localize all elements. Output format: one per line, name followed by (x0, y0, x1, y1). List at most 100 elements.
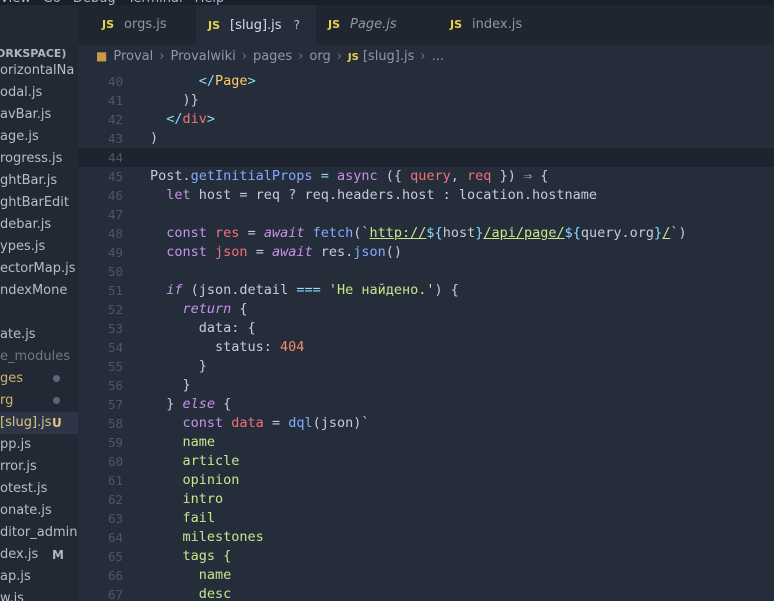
explorer-file-item[interactable]: rg (0, 390, 78, 412)
code-line[interactable]: 67 desc (78, 585, 774, 601)
explorer-file-item[interactable]: ndexMone (0, 280, 78, 302)
code-line[interactable]: 57 } else { (78, 395, 774, 414)
line-number: 40 (107, 74, 123, 89)
file-item-label: pp.js (0, 437, 32, 452)
code-line[interactable]: 49 const json = await res.json() (78, 243, 774, 262)
file-item-label: dex.js (0, 547, 39, 562)
breadcrumb-item[interactable]: org (309, 49, 330, 64)
breadcrumb-item[interactable]: pages (253, 49, 292, 64)
explorer-file-item[interactable]: ghtBar.js (0, 170, 78, 192)
code-token: </ (166, 111, 183, 127)
breadcrumb-tail[interactable]: ... (432, 49, 444, 64)
code-token: const (166, 244, 207, 260)
explorer-file-item[interactable]: debar.js (0, 214, 78, 236)
js-file-icon: JS (208, 19, 221, 32)
code-line[interactable]: 52 return { (78, 300, 774, 319)
file-item-label: age.js (0, 129, 39, 144)
code-token: async (336, 168, 378, 184)
explorer-file-item[interactable]: orizontalNa (0, 60, 78, 82)
code-line[interactable]: 41 )} (78, 91, 774, 110)
code-editor[interactable]: 40 </Page> 41 )} 42 </div> 43) 44 45 Post.getI… (78, 67, 774, 601)
code-token: let (166, 187, 191, 203)
explorer-file-item[interactable]: onate.js (0, 500, 78, 522)
code-line[interactable]: 44 (78, 148, 774, 167)
code-token: === (296, 282, 321, 298)
js-file-icon: JS (450, 18, 463, 31)
code-line[interactable]: 47 (78, 205, 774, 224)
explorer-file-item[interactable]: ate.js (0, 324, 78, 346)
workspace-header[interactable]: ORKSPACE) (0, 47, 66, 60)
code-line[interactable]: 53 data: { (78, 319, 774, 338)
code-token: (json.detail (182, 282, 297, 298)
file-item-label: ges (0, 371, 24, 386)
tab-slugjs[interactable]: JS [slug].js? (196, 5, 316, 45)
tab-orgsjs[interactable]: JS orgs.js (90, 5, 196, 45)
explorer-file-item[interactable]: rror.js (0, 456, 78, 478)
explorer-file-item[interactable]: odal.js (0, 82, 78, 104)
breadcrumb-item[interactable]: Proval (113, 49, 153, 64)
code-line[interactable]: 48 const res = await fetch(`http://${hos… (78, 224, 774, 243)
code-line[interactable]: 42 </div> (78, 110, 774, 129)
code-line[interactable]: 65 tags { (78, 547, 774, 566)
breadcrumb-item[interactable]: Provalwiki (170, 49, 235, 64)
explorer-file-item[interactable]: ap.js (0, 566, 78, 588)
tab-label: index.js (472, 17, 523, 32)
code-token: ${ (564, 225, 581, 241)
tab-close-icon[interactable]: ? (294, 18, 300, 32)
code-line[interactable]: 61 opinion (78, 471, 774, 490)
code-line[interactable]: 60 article (78, 452, 774, 471)
code-line[interactable]: 56 } (78, 376, 774, 395)
explorer-file-item[interactable]: e_modules (0, 346, 78, 368)
code-line[interactable]: 46 let host = req ? req.headers.host : l… (78, 186, 774, 205)
chevron-right-icon: › (298, 49, 304, 64)
code-line[interactable]: 55 } (78, 357, 774, 376)
explorer-file-item[interactable]: [slug].js U (0, 412, 78, 434)
explorer-file-item[interactable] (0, 302, 78, 324)
explorer-file-item[interactable]: age.js (0, 126, 78, 148)
explorer-file-item[interactable]: dex.js M (0, 544, 78, 566)
code-token: { (532, 168, 549, 184)
file-item-label: ate.js (0, 327, 36, 342)
explorer-file-item[interactable]: w.js (0, 588, 78, 601)
explorer-file-item[interactable]: ectorMap.js (0, 258, 78, 280)
tab-pagejs[interactable]: JS Page.js (316, 5, 438, 45)
code-line[interactable]: 59 name (78, 433, 774, 452)
code-text: tags { (150, 547, 232, 566)
breadcrumb-file[interactable]: [slug].js (363, 49, 415, 64)
code-token: = (247, 244, 272, 260)
file-item-label: e_modules (0, 349, 70, 364)
explorer-file-item[interactable]: otest.js (0, 478, 78, 500)
explorer-file-item[interactable]: rogress.js (0, 148, 78, 170)
code-line[interactable]: 40 </Page> (78, 72, 774, 91)
code-line[interactable]: 54 status: 404 (78, 338, 774, 357)
code-line[interactable]: 63 fail (78, 509, 774, 528)
file-item-label: ypes.js (0, 239, 46, 254)
code-line[interactable]: 64 milestones (78, 528, 774, 547)
code-line[interactable]: 51 if (json.detail === 'Не найдено.') { (78, 281, 774, 300)
code-token: { (215, 396, 232, 412)
code-text: desc (150, 585, 232, 601)
code-line[interactable]: 66 name (78, 566, 774, 585)
explorer-file-item[interactable]: ypes.js (0, 236, 78, 258)
code-line[interactable]: 62 intro (78, 490, 774, 509)
line-number: 51 (107, 283, 123, 298)
explorer-file-item[interactable]: avBar.js (0, 104, 78, 126)
line-number: 42 (107, 112, 123, 127)
code-line[interactable]: 43) (78, 129, 774, 148)
explorer-file-item[interactable]: pp.js (0, 434, 78, 456)
code-line[interactable]: 58 const data = dql(json)` (78, 414, 774, 433)
chevron-right-icon: › (420, 49, 426, 64)
tab-indexjs[interactable]: JS index.js (438, 5, 558, 45)
code-line[interactable]: 45 Post.getInitialProps = async ({ query,… (78, 167, 774, 186)
explorer-file-item[interactable]: ghtBarEdit (0, 192, 78, 214)
explorer-file-item[interactable]: ges (0, 368, 78, 390)
git-modified-dot-icon (53, 375, 60, 382)
code-token: > (247, 73, 256, 89)
git-status-badge: U (52, 416, 62, 430)
code-line[interactable]: 50 (78, 262, 774, 281)
explorer-file-item[interactable]: ditor_admin (0, 522, 78, 544)
